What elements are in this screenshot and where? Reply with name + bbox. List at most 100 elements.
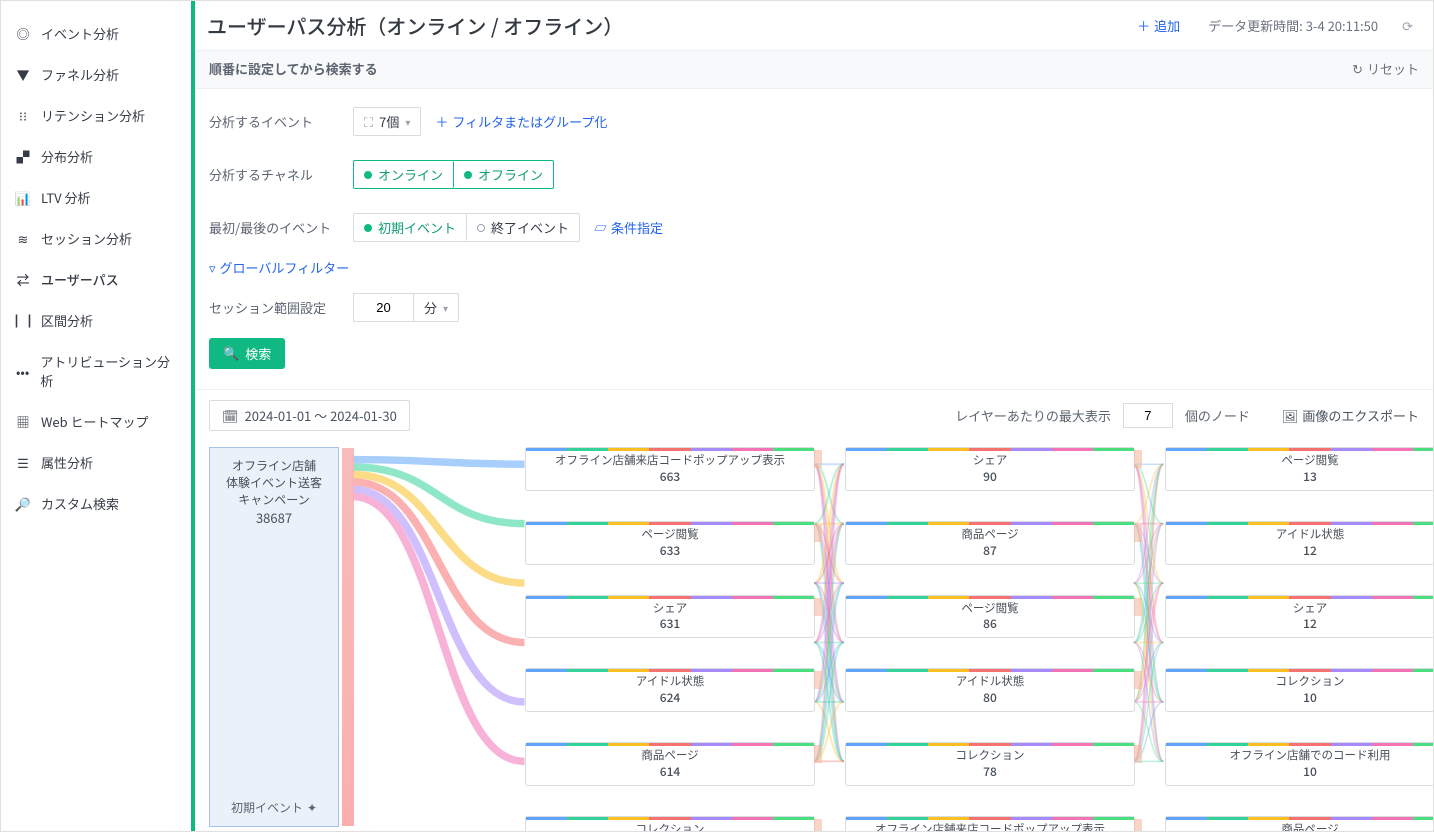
update-time: データ更新時間: 3-4 20:11:50 <box>1208 16 1378 35</box>
target-icon: ◎ <box>15 26 31 42</box>
plus-icon: ＋ <box>1137 16 1150 35</box>
global-filter-link[interactable]: ▿ グローバルフィルター <box>209 258 349 277</box>
dropoff-bar <box>342 448 354 826</box>
add-button[interactable]: ＋ 追加 <box>1137 16 1180 35</box>
title-row: ユーザーパス分析（オンライン / オフライン） ＋ 追加 データ更新時間: 3-… <box>195 1 1433 50</box>
end-event-toggle[interactable]: 終了イベント <box>467 214 579 241</box>
session-unit-select[interactable]: 分 ▾ <box>413 293 459 322</box>
event-label: 分析するイベント <box>209 112 339 131</box>
radio-off-icon <box>477 224 485 232</box>
sankey-node[interactable]: ページ閲覧13 <box>1165 447 1433 491</box>
radio-on-icon <box>364 171 372 179</box>
sidebar-item-2[interactable]: ⁝⁝ リテンション分析 <box>1 95 191 136</box>
sankey-node[interactable]: アイドル状態624 <box>525 668 815 712</box>
event-count-select[interactable]: ⛶ 7個 ▾ <box>353 107 421 136</box>
session-value-input[interactable] <box>353 293 413 322</box>
end-event-label: 終了イベント <box>491 218 569 237</box>
sankey-node[interactable]: コレクション596 <box>525 816 815 831</box>
path-icon: ⇄ <box>15 272 31 288</box>
add-filter-label: フィルタまたはグループ化 <box>452 112 607 131</box>
sidebar-item-11[interactable]: 🔎 カスタム検索 <box>1 483 191 524</box>
radio-on-icon <box>364 224 372 232</box>
sidebar-item-5[interactable]: ≋セッション分析 <box>1 218 191 259</box>
sidebar-item-label: カスタム検索 <box>41 494 119 513</box>
add-filter-link[interactable]: ＋ フィルタまたはグループ化 <box>435 112 607 131</box>
sankey-node[interactable]: アイドル状態80 <box>845 668 1135 712</box>
sankey-node[interactable]: オフライン店舗でのコード利用10 <box>1165 742 1433 786</box>
sidebar-item-10[interactable]: ☰属性分析 <box>1 442 191 483</box>
image-icon: 🖼 <box>1282 406 1299 425</box>
sidebar-item-label: 区間分析 <box>41 311 93 330</box>
radio-on-icon <box>464 171 472 179</box>
sankey-node[interactable]: 商品ページ8 <box>1165 816 1433 831</box>
sankey-start-node[interactable]: オフライン店舗体験イベント送客キャンペーン38687初期イベント ✦ <box>209 447 339 827</box>
helper-text: 順番に設定してから検索する <box>209 59 378 78</box>
search-button[interactable]: 🔍 検索 <box>209 338 285 369</box>
condition-label: 条件指定 <box>611 218 663 237</box>
sidebar-item-label: LTV 分析 <box>41 188 91 207</box>
range-icon: ┃┃ <box>15 313 31 329</box>
sankey-node[interactable]: 商品ページ614 <box>525 742 815 786</box>
channel-online-toggle[interactable]: オンライン <box>354 161 454 188</box>
sankey-node[interactable]: オフライン店舗来店コードポップアップ表示66 <box>845 816 1135 831</box>
sidebar-item-0[interactable]: ◎ イベント分析 <box>1 13 191 54</box>
sidebar-item-label: ユーザーパス <box>41 270 119 289</box>
sidebar-item-label: リテンション分析 <box>41 106 145 125</box>
sidebar-item-6[interactable]: ⇄ ユーザーパス <box>1 259 191 300</box>
sidebar-item-label: 属性分析 <box>41 453 93 472</box>
sankey-node[interactable]: ページ閲覧633 <box>525 521 815 565</box>
sankey-node[interactable]: ページ閲覧86 <box>845 595 1135 639</box>
channel-offline-label: オフライン <box>478 165 543 184</box>
sidebar-item-label: ファネル分析 <box>41 65 119 84</box>
app-root: ◎ イベント分析 ▼ ファネル分析 ⁝⁝ リテンション分析 ▞ 分布分析 📊 LTV 分析 ≋セッシ… <box>0 0 1434 832</box>
firstlast-label: 最初/最後のイベント <box>209 218 339 237</box>
max-display-input[interactable] <box>1123 403 1173 428</box>
sidebar-item-9[interactable]: ▦Web ヒートマップ <box>1 401 191 442</box>
sankey-node[interactable]: 商品ページ87 <box>845 521 1135 565</box>
heat-icon: ▦ <box>15 414 31 430</box>
sidebar-item-label: 分布分析 <box>41 147 93 166</box>
plus-icon: ＋ <box>435 112 448 131</box>
chevron-down-icon: ▾ <box>443 300 448 315</box>
initial-event-toggle[interactable]: 初期イベント <box>354 214 467 241</box>
session-label: セッション範囲設定 <box>209 298 339 317</box>
sidebar-item-3[interactable]: ▞ 分布分析 <box>1 136 191 177</box>
sankey-node[interactable]: シェア90 <box>845 447 1135 491</box>
settings-icon[interactable]: ✦ <box>307 799 317 816</box>
chart-toolbar: 🗓 2024-01-01 ～ 2024-01-30 レイヤーあたりの最大表示 個… <box>195 389 1433 441</box>
export-label: 画像のエクスポート <box>1302 406 1419 425</box>
sankey-node[interactable]: コレクション10 <box>1165 668 1433 712</box>
sankey-node[interactable]: オフライン店舗来店コードポップアップ表示663 <box>525 447 815 491</box>
grid-icon: ⁝⁝ <box>15 108 31 124</box>
sankey-node[interactable]: コレクション78 <box>845 742 1135 786</box>
sidebar-item-7[interactable]: ┃┃ 区間分析 <box>1 300 191 341</box>
search-icon: 🔎 <box>15 496 31 512</box>
dist-icon: ▞ <box>15 149 31 165</box>
sidebar-item-4[interactable]: 📊 LTV 分析 <box>1 177 191 218</box>
funnel-icon: ▼ <box>15 67 31 83</box>
sankey-node[interactable]: アイドル状態12 <box>1165 521 1433 565</box>
ltv-icon: 📊 <box>15 190 31 206</box>
start-node-foot: 初期イベント ✦ <box>210 799 338 816</box>
condition-link[interactable]: ▱ 条件指定 <box>594 218 663 237</box>
sidebar-item-1[interactable]: ▼ ファネル分析 <box>1 54 191 95</box>
export-image-button[interactable]: 🖼 画像のエクスポート <box>1282 406 1419 425</box>
date-range-label: 2024-01-01 ～ 2024-01-30 <box>245 406 397 425</box>
date-range-picker[interactable]: 🗓 2024-01-01 ～ 2024-01-30 <box>209 400 410 431</box>
search-button-label: 検索 <box>245 344 271 363</box>
channel-offline-toggle[interactable]: オフライン <box>454 161 553 188</box>
sidebar-item-8[interactable]: •••アトリビューション分析 <box>1 341 191 401</box>
reset-icon: ↻ <box>1352 59 1363 78</box>
initial-event-label: 初期イベント <box>378 218 456 237</box>
search-icon: 🔍 <box>223 346 239 362</box>
sidebar-item-label: イベント分析 <box>41 24 119 43</box>
chevron-down-icon: ▾ <box>405 114 410 129</box>
reset-button[interactable]: ↻ リセット <box>1352 59 1419 78</box>
main-panel: ユーザーパス分析（オンライン / オフライン） ＋ 追加 データ更新時間: 3-… <box>191 1 1433 831</box>
refresh-icon[interactable]: ⟳ <box>1402 16 1413 35</box>
sankey-node[interactable]: シェア12 <box>1165 595 1433 639</box>
max-display-label: レイヤーあたりの最大表示 <box>955 406 1111 425</box>
sankey-node[interactable]: シェア631 <box>525 595 815 639</box>
global-filter-label: グローバルフィルター <box>220 258 350 277</box>
sidebar-item-label: アトリビューション分析 <box>40 352 177 390</box>
